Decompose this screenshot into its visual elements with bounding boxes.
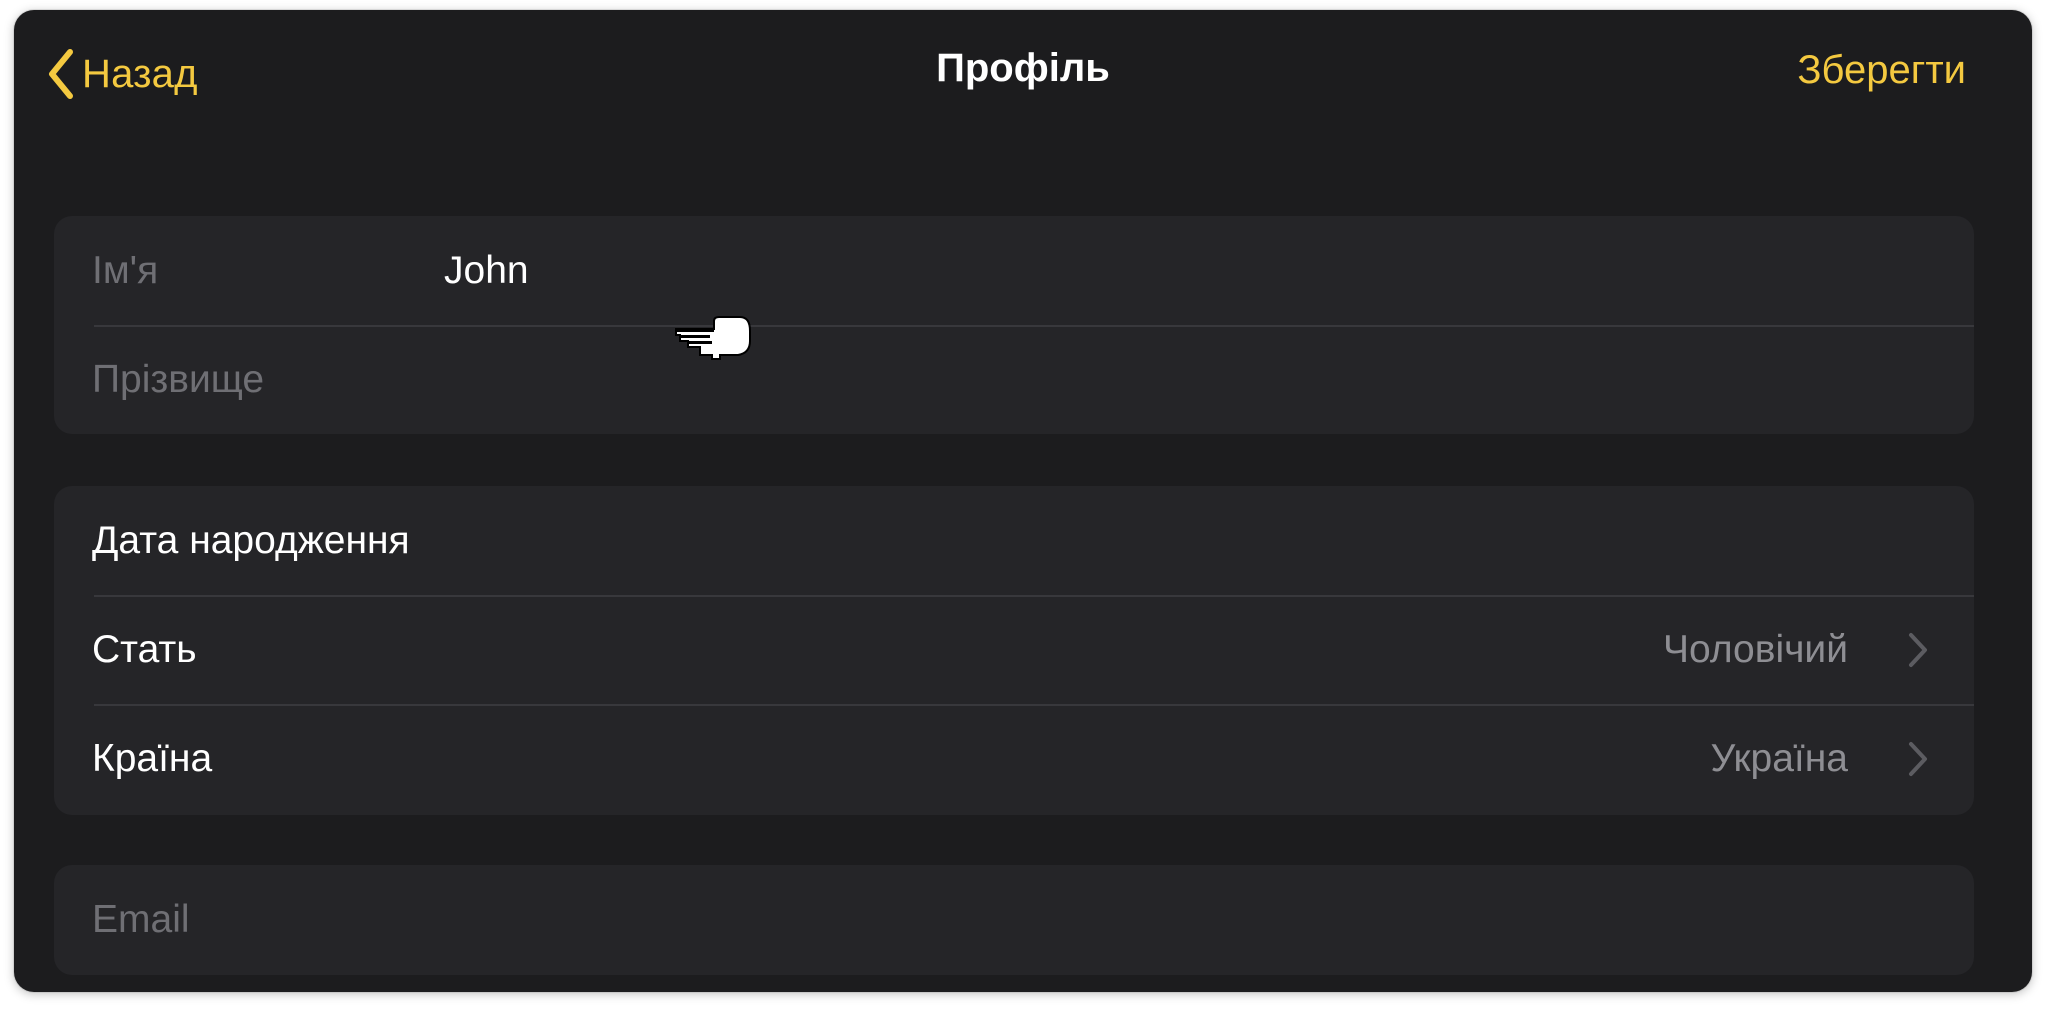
gender-value: Чоловічий xyxy=(1663,627,1848,671)
country-row[interactable]: Країна Україна xyxy=(54,704,1974,813)
name-section: Ім'я John Прізвище xyxy=(54,216,1974,434)
birth-date-row[interactable]: Дата народження xyxy=(54,486,1974,595)
first-name-field[interactable]: John xyxy=(444,249,529,293)
country-label: Країна xyxy=(92,736,213,780)
last-name-field[interactable]: Прізвище xyxy=(92,358,264,402)
first-name-row[interactable]: Ім'я John xyxy=(54,216,1974,325)
email-field[interactable]: Email xyxy=(92,898,190,942)
save-button[interactable]: Зберегти xyxy=(1797,48,1966,93)
last-name-row[interactable]: Прізвище xyxy=(54,325,1974,434)
gender-label: Стать xyxy=(92,627,197,671)
gender-row[interactable]: Стать Чоловічий xyxy=(54,595,1974,704)
first-name-label: Ім'я xyxy=(92,248,159,292)
pointing-hand-cursor-icon xyxy=(675,316,751,360)
country-value: Україна xyxy=(1710,736,1848,780)
email-section: Email xyxy=(54,865,1974,975)
birth-date-label: Дата народження xyxy=(92,518,410,562)
profile-window: Назад Профіль Зберегти Ім'я John Прізвищ… xyxy=(14,10,2032,992)
chevron-right-icon xyxy=(1909,741,1927,776)
details-section: Дата народження Стать Чоловічий Країна У… xyxy=(54,486,1974,815)
page-title: Профіль xyxy=(936,46,1110,90)
navigation-bar: Назад Профіль Зберегти xyxy=(14,10,2032,122)
chevron-right-icon xyxy=(1909,632,1927,667)
email-row[interactable]: Email xyxy=(54,865,1974,974)
